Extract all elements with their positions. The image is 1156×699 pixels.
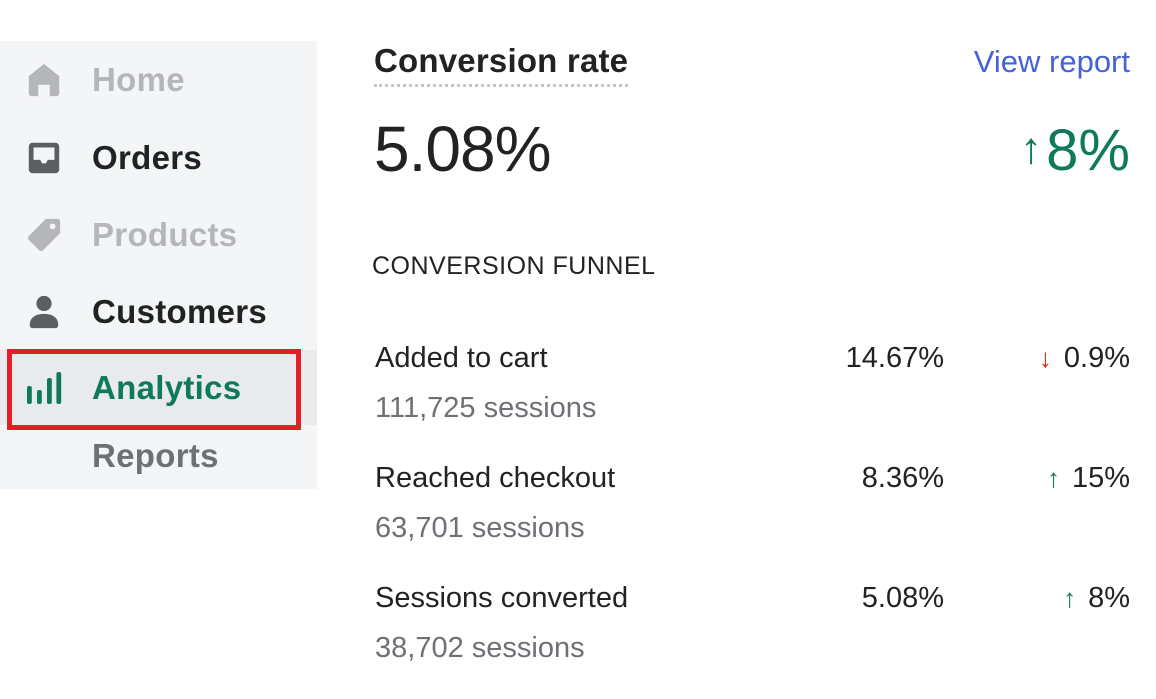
sidebar-item-label: Reports: [92, 437, 219, 474]
funnel-row: Sessions converted 38,702 sessions 5.08%…: [374, 582, 1134, 682]
bar-chart-icon: [24, 368, 64, 408]
funnel-step-rate: 14.67%: [845, 342, 944, 374]
home-icon: [24, 60, 64, 100]
funnel-step-sessions: 111,725 sessions: [375, 392, 597, 424]
sidebar-item-label: Orders: [92, 139, 203, 176]
card-title[interactable]: Conversion rate: [374, 42, 629, 87]
inbox-icon: [24, 138, 64, 178]
conversion-rate-change: ↑ 8%: [1020, 117, 1130, 184]
sidebar-item-home[interactable]: Home: [0, 45, 317, 115]
change-value: 15%: [1071, 462, 1130, 494]
funnel-row: Added to cart 111,725 sessions 14.67% ↓ …: [374, 342, 1134, 442]
change-value: 8%: [1046, 118, 1130, 183]
sidebar-item-analytics[interactable]: Analytics: [0, 350, 317, 425]
view-report-link[interactable]: View report: [974, 44, 1130, 80]
funnel-step-rate: 5.08%: [861, 582, 944, 614]
sidebar-item-label: Home: [92, 61, 185, 98]
sidebar-item-label: Analytics: [92, 368, 242, 406]
sidebar-item-customers[interactable]: Customers: [0, 277, 317, 347]
sidebar-item-orders[interactable]: Orders: [0, 123, 317, 193]
sidebar-item-label: Customers: [92, 293, 268, 330]
change-value: 0.9%: [1063, 342, 1130, 374]
sidebar-nav: Home Orders Products Customers Analytics: [0, 41, 317, 489]
funnel-heading: CONVERSION FUNNEL: [372, 252, 656, 280]
funnel-row: Reached checkout 63,701 sessions 8.36% ↑…: [374, 462, 1134, 562]
conversion-rate-card: Conversion rate View report 5.08% ↑ 8% C…: [372, 0, 1134, 699]
tag-icon: [24, 215, 64, 255]
funnel-step-change: ↑ 8%: [1063, 582, 1130, 615]
funnel-step-rate: 8.36%: [861, 462, 944, 494]
sidebar-item-label: Products: [92, 216, 238, 253]
person-icon: [24, 292, 64, 332]
arrow-up-icon: ↑: [1063, 583, 1077, 613]
sidebar-subitem-reports[interactable]: Reports: [0, 430, 317, 482]
funnel-step-change: ↑ 15%: [1047, 462, 1130, 495]
arrow-up-icon: ↑: [1046, 463, 1060, 493]
funnel-step-name: Sessions converted: [375, 582, 629, 614]
conversion-rate-value: 5.08%: [374, 113, 551, 185]
change-value: 8%: [1088, 582, 1130, 614]
arrow-up-icon: ↑: [1020, 123, 1043, 173]
funnel-step-name: Reached checkout: [375, 462, 616, 494]
funnel-step-name: Added to cart: [375, 342, 548, 374]
funnel-step-sessions: 38,702 sessions: [375, 632, 585, 664]
funnel-step-change: ↓ 0.9%: [1039, 342, 1130, 375]
arrow-down-icon: ↓: [1038, 343, 1052, 373]
sidebar-item-products[interactable]: Products: [0, 200, 317, 270]
funnel-step-sessions: 63,701 sessions: [375, 512, 585, 544]
